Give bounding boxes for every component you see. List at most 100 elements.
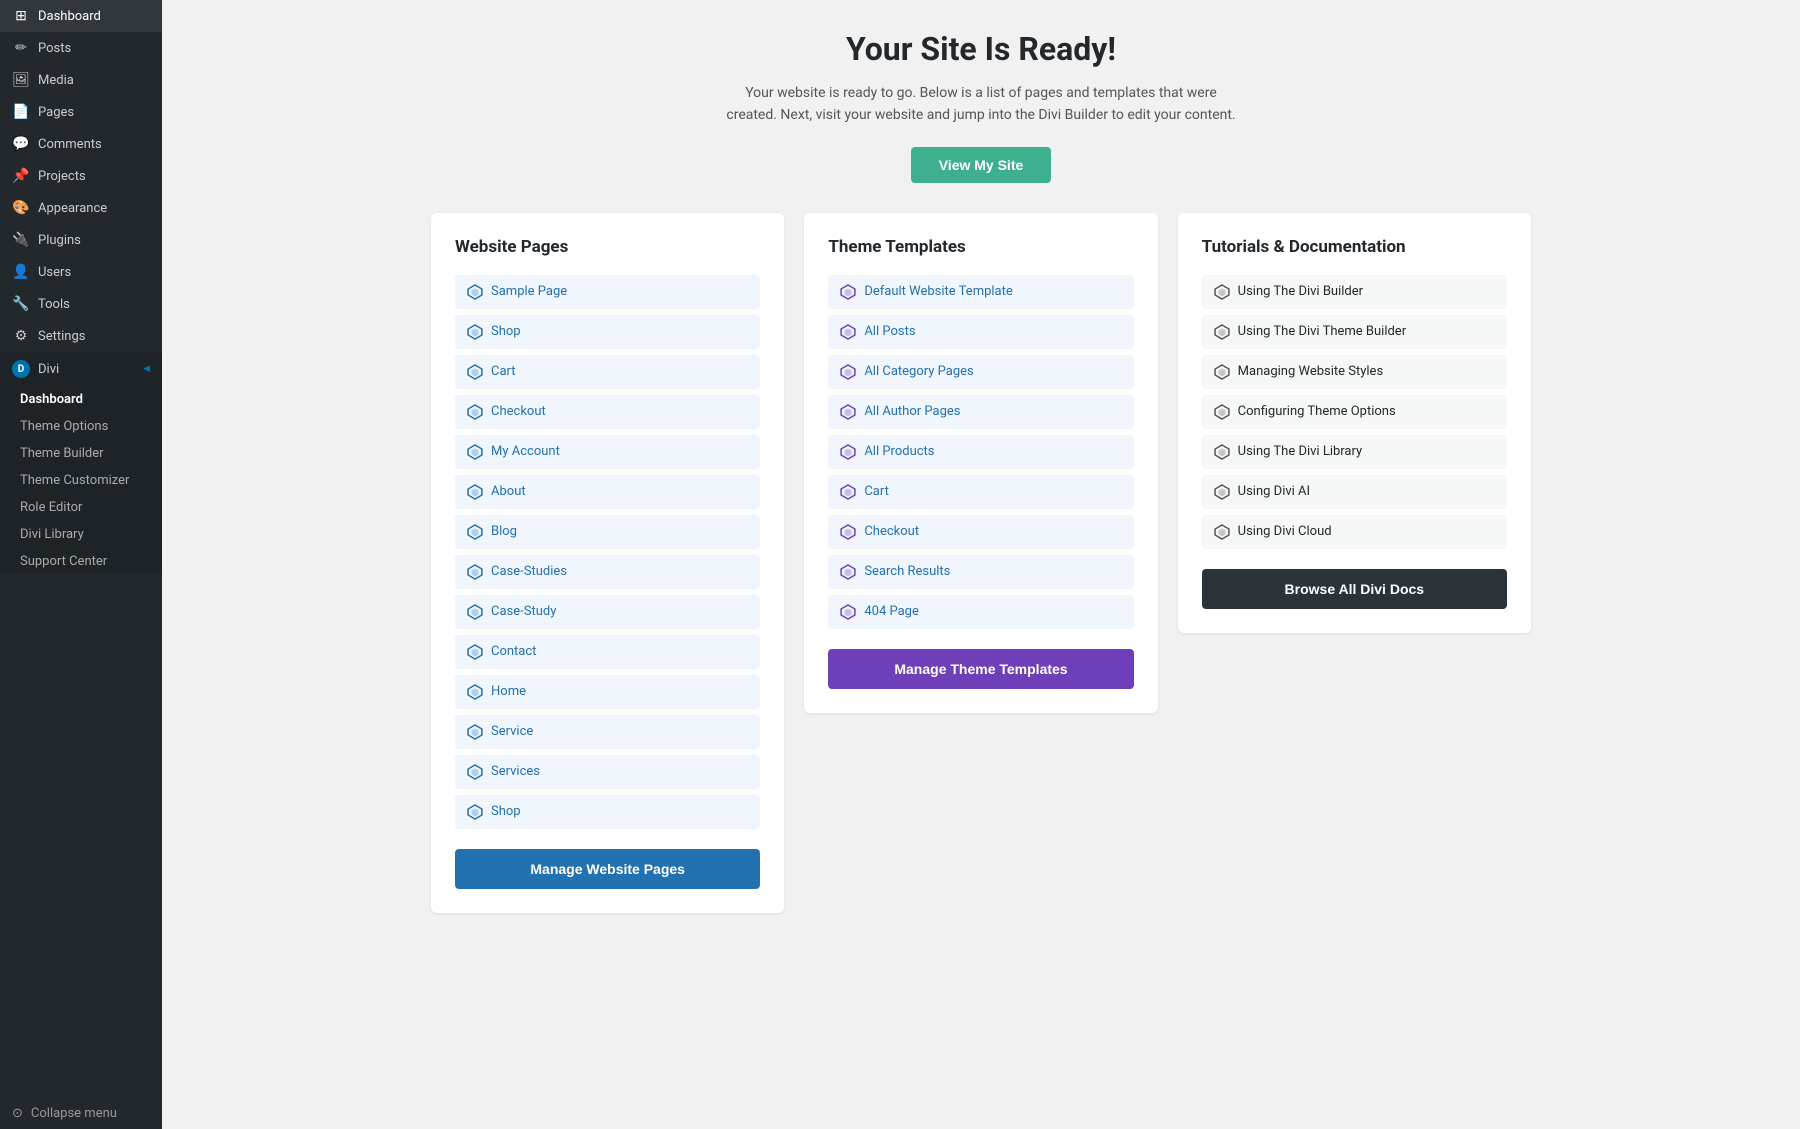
sidebar-item-comments[interactable]: 💬 Comments — [0, 128, 162, 160]
theme-template-item[interactable]: Cart — [828, 475, 1133, 509]
users-icon: 👤 — [12, 264, 30, 280]
divi-page-icon — [467, 524, 483, 540]
sidebar-divi-subnav: Dashboard Theme Options Theme Builder Th… — [0, 386, 162, 575]
theme-template-item[interactable]: Search Results — [828, 555, 1133, 589]
tutorial-item[interactable]: Using The Divi Theme Builder — [1202, 315, 1507, 349]
sidebar-sub-item-role-editor[interactable]: Role Editor — [0, 494, 162, 521]
tutorial-item[interactable]: Using Divi Cloud — [1202, 515, 1507, 549]
pages-icon: 📄 — [12, 104, 30, 120]
theme-template-item[interactable]: 404 Page — [828, 595, 1133, 629]
divi-template-icon — [840, 524, 856, 540]
view-site-button[interactable]: View My Site — [911, 147, 1052, 183]
sidebar: ⊞ Dashboard ✏ Posts 🖼 Media 📄 Pages 💬 Co… — [0, 0, 162, 1129]
sidebar-sub-item-theme-customizer[interactable]: Theme Customizer — [0, 467, 162, 494]
website-page-item[interactable]: About — [455, 475, 760, 509]
divi-page-icon — [467, 404, 483, 420]
divi-docs-icon — [1214, 524, 1230, 540]
website-page-item[interactable]: Services — [455, 755, 760, 789]
website-page-item[interactable]: My Account — [455, 435, 760, 469]
divi-page-icon — [467, 564, 483, 580]
plugins-icon: 🔌 — [12, 232, 30, 248]
divi-template-icon — [840, 324, 856, 340]
sidebar-item-projects[interactable]: 📌 Projects — [0, 160, 162, 192]
divi-template-icon — [840, 284, 856, 300]
theme-template-item[interactable]: All Posts — [828, 315, 1133, 349]
website-page-item[interactable]: Shop — [455, 315, 760, 349]
divi-page-icon — [467, 484, 483, 500]
sidebar-item-pages[interactable]: 📄 Pages — [0, 96, 162, 128]
website-page-item[interactable]: Checkout — [455, 395, 760, 429]
sidebar-item-media[interactable]: 🖼 Media — [0, 64, 162, 96]
divi-page-icon — [467, 764, 483, 780]
sidebar-item-settings[interactable]: ⚙ Settings — [0, 320, 162, 352]
theme-templates-heading: Theme Templates — [828, 237, 1133, 257]
sidebar-sub-item-dashboard[interactable]: Dashboard — [0, 386, 162, 413]
divi-page-icon — [467, 284, 483, 300]
theme-template-item[interactable]: Checkout — [828, 515, 1133, 549]
columns-wrapper: Website Pages Sample Page Shop Cart Chec… — [431, 213, 1531, 913]
divi-docs-icon — [1214, 324, 1230, 340]
divi-page-icon — [467, 804, 483, 820]
manage-website-pages-button[interactable]: Manage Website Pages — [455, 849, 760, 889]
divi-docs-icon — [1214, 284, 1230, 300]
divi-page-icon — [467, 364, 483, 380]
divi-docs-icon — [1214, 404, 1230, 420]
divi-logo-icon: D — [12, 360, 30, 378]
manage-theme-templates-button[interactable]: Manage Theme Templates — [828, 649, 1133, 689]
divi-page-icon — [467, 644, 483, 660]
settings-icon: ⚙ — [12, 328, 30, 344]
tutorial-item[interactable]: Configuring Theme Options — [1202, 395, 1507, 429]
divi-page-icon — [467, 604, 483, 620]
tutorial-item[interactable]: Managing Website Styles — [1202, 355, 1507, 389]
website-pages-card: Website Pages Sample Page Shop Cart Chec… — [431, 213, 784, 913]
theme-template-item[interactable]: All Category Pages — [828, 355, 1133, 389]
sidebar-sub-item-divi-library[interactable]: Divi Library — [0, 521, 162, 548]
posts-icon: ✏ — [12, 40, 30, 56]
sidebar-collapse-button[interactable]: ⊙ Collapse menu — [0, 1098, 162, 1129]
divi-page-icon — [467, 684, 483, 700]
website-page-item[interactable]: Service — [455, 715, 760, 749]
website-page-item[interactable]: Cart — [455, 355, 760, 389]
sidebar-sub-item-theme-builder[interactable]: Theme Builder — [0, 440, 162, 467]
sidebar-item-tools[interactable]: 🔧 Tools — [0, 288, 162, 320]
comments-icon: 💬 — [12, 136, 30, 152]
divi-docs-icon — [1214, 364, 1230, 380]
website-page-item[interactable]: Case-Studies — [455, 555, 760, 589]
divi-template-icon — [840, 444, 856, 460]
sidebar-item-plugins[interactable]: 🔌 Plugins — [0, 224, 162, 256]
theme-template-item[interactable]: All Products — [828, 435, 1133, 469]
website-page-item[interactable]: Home — [455, 675, 760, 709]
website-page-item[interactable]: Contact — [455, 635, 760, 669]
website-page-item[interactable]: Case-Study — [455, 595, 760, 629]
sidebar-divi-section[interactable]: D Divi — [0, 352, 162, 386]
divi-docs-icon — [1214, 444, 1230, 460]
divi-template-icon — [840, 404, 856, 420]
website-page-item[interactable]: Sample Page — [455, 275, 760, 309]
sidebar-item-posts[interactable]: ✏ Posts — [0, 32, 162, 64]
website-page-item[interactable]: Blog — [455, 515, 760, 549]
sidebar-nav: ⊞ Dashboard ✏ Posts 🖼 Media 📄 Pages 💬 Co… — [0, 0, 162, 352]
sidebar-item-users[interactable]: 👤 Users — [0, 256, 162, 288]
divi-page-icon — [467, 444, 483, 460]
divi-page-icon — [467, 724, 483, 740]
divi-template-icon — [840, 364, 856, 380]
browse-docs-button[interactable]: Browse All Divi Docs — [1202, 569, 1507, 609]
divi-template-icon — [840, 604, 856, 620]
sidebar-sub-item-theme-options[interactable]: Theme Options — [0, 413, 162, 440]
divi-page-icon — [467, 324, 483, 340]
tools-icon: 🔧 — [12, 296, 30, 312]
website-page-item[interactable]: Shop — [455, 795, 760, 829]
tutorials-list: Using The Divi Builder Using The Divi Th… — [1202, 275, 1507, 549]
collapse-icon: ⊙ — [12, 1106, 23, 1121]
sidebar-item-appearance[interactable]: 🎨 Appearance — [0, 192, 162, 224]
theme-template-item[interactable]: All Author Pages — [828, 395, 1133, 429]
page-subtitle: Your website is ready to go. Below is a … — [721, 82, 1241, 127]
divi-template-icon — [840, 564, 856, 580]
sidebar-sub-item-support-center[interactable]: Support Center — [0, 548, 162, 575]
tutorial-item[interactable]: Using Divi AI — [1202, 475, 1507, 509]
theme-template-item[interactable]: Default Website Template — [828, 275, 1133, 309]
tutorial-item[interactable]: Using The Divi Library — [1202, 435, 1507, 469]
tutorial-item[interactable]: Using The Divi Builder — [1202, 275, 1507, 309]
theme-templates-list: Default Website Template All Posts All C… — [828, 275, 1133, 629]
sidebar-item-dashboard[interactable]: ⊞ Dashboard — [0, 0, 162, 32]
